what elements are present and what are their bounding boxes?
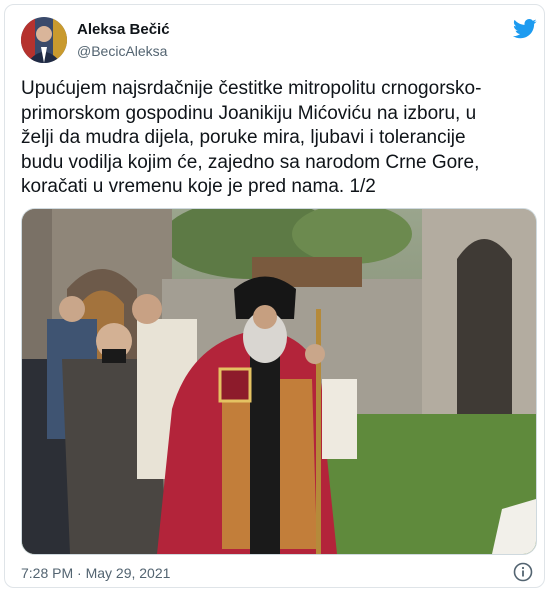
tweet-timestamp[interactable]: 7:28 PM · May 29, 2021 [21,565,170,581]
tweet-card: Aleksa Bečić @BecicAleksa Upućujem najsr… [4,4,545,588]
avatar[interactable] [21,17,67,63]
tweet-photo[interactable] [21,208,537,555]
author-handle[interactable]: @BecicAleksa [77,43,167,59]
twitter-bird-icon[interactable] [512,19,537,39]
tweet-text: Upućujem najsrdačnije čestitke mitropoli… [21,78,482,198]
info-icon[interactable] [513,562,533,582]
author-name[interactable]: Aleksa Bečić [77,21,170,38]
